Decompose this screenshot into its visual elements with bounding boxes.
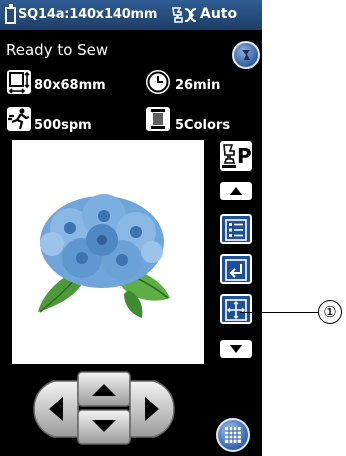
grid-button[interactable] <box>216 418 250 452</box>
auto-label: Auto <box>200 6 238 22</box>
hoop-title: SQ14a:140x140mm <box>18 7 158 22</box>
design-size: 80x68mm <box>34 78 106 93</box>
jog-left-button[interactable] <box>33 380 79 438</box>
scroll-down-button[interactable] <box>220 340 252 358</box>
design-preview <box>12 140 204 364</box>
sew-speed: 500spm <box>34 118 92 133</box>
color-count: 5Colors <box>175 118 231 133</box>
jog-right-button[interactable] <box>129 380 175 438</box>
callout-marker: ① <box>318 300 342 324</box>
sew-screen: SQ14a:140x140mm Auto Ready to Sew 80x68m… <box>0 0 262 456</box>
jog-down-button[interactable] <box>77 409 131 445</box>
presser-auto-icon <box>172 7 197 23</box>
grid-icon <box>225 427 241 443</box>
size-icon <box>7 70 31 94</box>
back-button[interactable] <box>232 41 260 69</box>
move-crosshair-icon <box>225 299 247 321</box>
status-text: Ready to Sew <box>6 41 109 59</box>
return-icon <box>225 259 247 281</box>
sew-time: 26min <box>175 78 221 93</box>
callout-line <box>240 312 318 313</box>
list-icon <box>225 219 247 241</box>
presser-foot-button[interactable]: P <box>220 141 252 171</box>
triangle-up-icon <box>230 187 242 195</box>
color-list-button[interactable] <box>220 214 252 244</box>
move-button[interactable] <box>220 294 252 324</box>
thread-icon <box>146 107 170 131</box>
jog-pad <box>33 371 175 445</box>
speed-icon <box>7 107 31 131</box>
flower-design-image <box>38 194 170 318</box>
header-bar: SQ14a:140x140mm Auto <box>0 0 262 30</box>
presser-letter: P <box>237 144 252 168</box>
hoop-icon <box>5 4 16 24</box>
clock-icon <box>146 70 170 94</box>
scroll-up-button[interactable] <box>220 182 252 200</box>
back-arrow-icon <box>242 50 250 60</box>
triangle-down-icon <box>230 345 242 353</box>
return-button[interactable] <box>220 254 252 284</box>
jog-up-button[interactable] <box>77 371 131 407</box>
